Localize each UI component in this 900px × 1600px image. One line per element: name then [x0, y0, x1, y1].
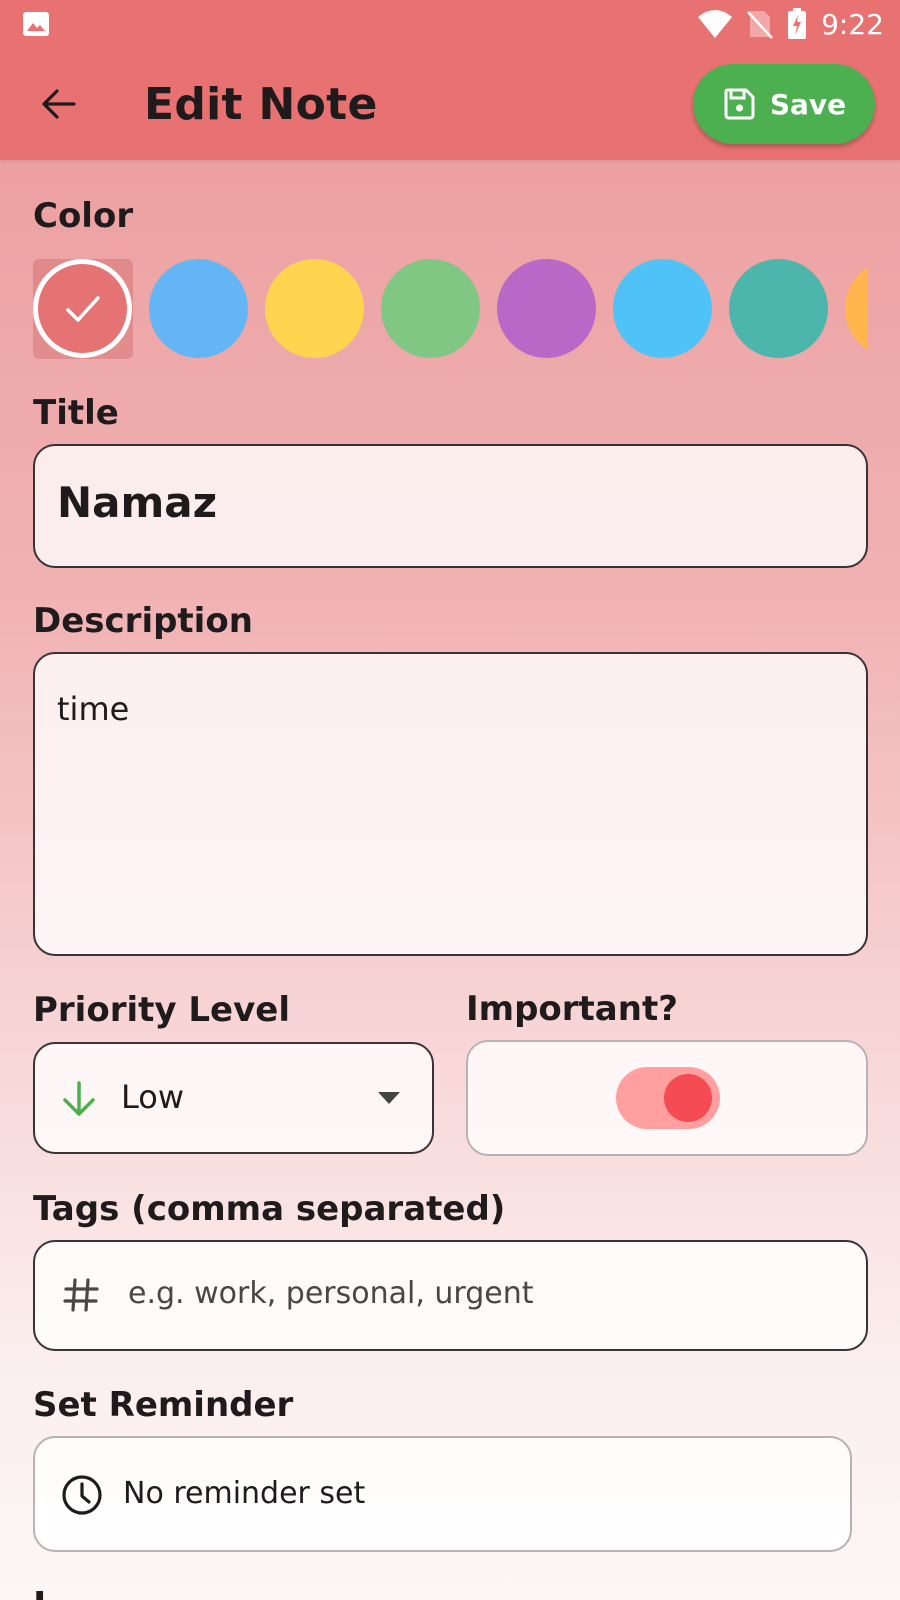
color-label: Color	[33, 196, 134, 236]
color-swatch-green[interactable]	[381, 259, 480, 358]
tags-field[interactable]: e.g. work, personal, urgent	[33, 1240, 868, 1351]
save-button[interactable]: Save	[693, 64, 875, 144]
reminder-label: Set Reminder	[33, 1385, 294, 1425]
color-swatch-yellow[interactable]	[265, 259, 364, 358]
battery-charging-icon	[787, 8, 807, 40]
status-bar: 9:22	[0, 0, 900, 48]
app-bar: Edit Note Save	[0, 48, 900, 160]
color-swatch-orange[interactable]	[845, 259, 868, 358]
title-field[interactable]: Namaz	[33, 444, 868, 568]
save-button-label: Save	[769, 87, 847, 121]
important-label: Important?	[466, 989, 678, 1029]
color-swatch-teal[interactable]	[729, 259, 828, 358]
arrow-left-icon	[40, 88, 76, 120]
description-label: Description	[33, 601, 253, 641]
toggle-thumb	[664, 1074, 712, 1122]
tags-label: Tags (comma separated)	[33, 1189, 506, 1229]
save-icon	[722, 87, 756, 121]
page-title: Edit Note	[144, 78, 378, 130]
color-swatch-red[interactable]	[33, 259, 132, 358]
tags-placeholder: e.g. work, personal, urgent	[128, 1276, 534, 1311]
title-label: Title	[33, 393, 119, 433]
color-swatch-blue[interactable]	[149, 259, 248, 358]
description-input-value: time	[57, 690, 130, 728]
dropdown-caret-icon	[378, 1092, 400, 1104]
priority-label: Priority Level	[33, 990, 290, 1030]
next-section-label: L	[33, 1580, 56, 1600]
check-icon	[63, 293, 103, 325]
title-input-value: Namaz	[57, 478, 218, 527]
important-toggle[interactable]	[616, 1067, 720, 1129]
reminder-picker[interactable]: No reminder set	[33, 1436, 852, 1552]
clock-icon	[61, 1474, 103, 1516]
color-swatch-light-blue[interactable]	[613, 259, 712, 358]
reminder-value: No reminder set	[123, 1476, 366, 1511]
description-field[interactable]: time	[33, 652, 868, 956]
priority-dropdown[interactable]: Low	[33, 1042, 434, 1154]
wifi-icon	[697, 9, 733, 39]
status-time: 9:22	[821, 7, 884, 41]
color-swatch-purple[interactable]	[497, 259, 596, 358]
back-button[interactable]	[30, 76, 86, 132]
arrow-down-icon	[61, 1080, 97, 1118]
no-sim-icon	[747, 9, 774, 39]
important-card	[466, 1040, 868, 1156]
priority-value: Low	[121, 1078, 185, 1116]
color-picker	[33, 259, 868, 362]
image-notification-icon	[22, 11, 50, 37]
hash-icon	[63, 1277, 99, 1313]
